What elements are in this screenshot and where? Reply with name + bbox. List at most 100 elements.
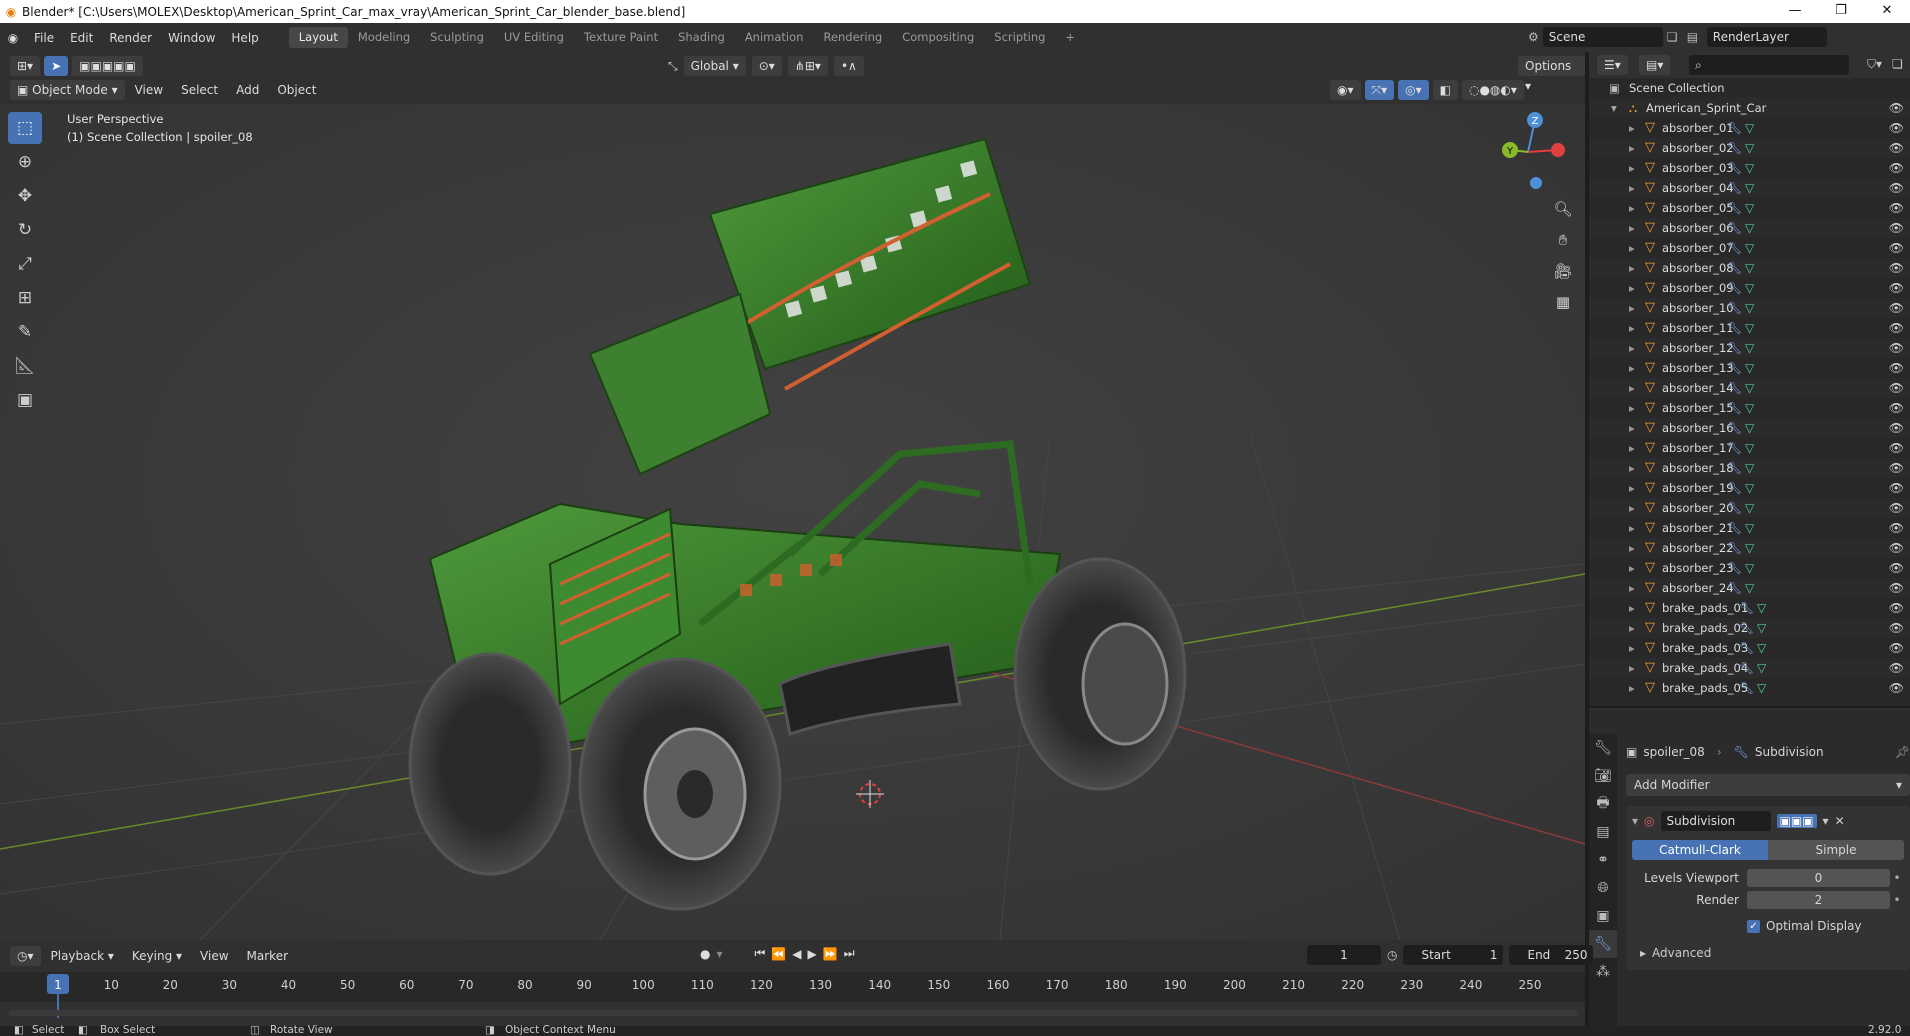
eye-icon[interactable]: 👁︎ (1889, 478, 1904, 498)
options-dropdown[interactable]: Options ▾ (1518, 56, 1585, 93)
expand-arrow-icon[interactable]: ▸ (1629, 218, 1635, 238)
outliner-item[interactable]: ▸ ▽ brake_pads_04 🔧︎ ▽ 👁︎ (1589, 658, 1910, 678)
mesh-data-icon[interactable]: ▽ (1745, 578, 1754, 598)
navigation-gizmo[interactable]: Z Y (1488, 108, 1568, 198)
mode-dropdown[interactable]: ▣ Object Mode ▾ (10, 80, 125, 100)
expand-arrow-icon[interactable]: ▸ (1629, 478, 1635, 498)
annotate-tool-icon[interactable]: ✎ (8, 316, 42, 348)
shading-modes-icon[interactable]: ◌●◍◐▾ (1461, 80, 1524, 100)
play-reverse-icon[interactable]: ◀ (792, 947, 801, 961)
modifier-icon[interactable]: 🔧︎ (1727, 378, 1742, 398)
outliner-item[interactable]: ▸ ▽ absorber_03 🔧︎ ▽ 👁︎ (1589, 158, 1910, 178)
expand-arrow-icon[interactable]: ▸ (1629, 538, 1635, 558)
mesh-data-icon[interactable]: ▽ (1745, 518, 1754, 538)
tab-scripting[interactable]: Scripting (984, 27, 1055, 48)
advanced-section[interactable]: Advanced (1652, 946, 1711, 960)
tab-rendering[interactable]: Rendering (813, 27, 892, 48)
collapse-chevron-icon[interactable]: ▾ (1632, 814, 1638, 828)
selection-mode-icons[interactable]: ▣▣▣▣▣ (72, 56, 143, 76)
outliner-item[interactable]: ▸ ▽ absorber_13 🔧︎ ▽ 👁︎ (1589, 358, 1910, 378)
expand-arrow-icon[interactable]: ▸ (1629, 138, 1635, 158)
editor-type-icon[interactable]: ⊞▾ (10, 56, 41, 76)
mesh-data-icon[interactable]: ▽ (1745, 418, 1754, 438)
expand-arrow-icon[interactable]: ▸ (1629, 438, 1635, 458)
mesh-data-icon[interactable]: ▽ (1745, 558, 1754, 578)
current-frame-field[interactable]: 1 (1307, 945, 1381, 965)
modifier-icon[interactable]: 🔧︎ (1727, 478, 1742, 498)
eye-icon[interactable]: 👁︎ (1889, 418, 1904, 438)
eye-icon[interactable]: 👁︎ (1889, 498, 1904, 518)
close-button[interactable]: ✕ (1864, 0, 1910, 23)
expand-arrow-icon[interactable]: ▸ (1629, 678, 1635, 698)
outliner-item[interactable]: ▸ ▽ absorber_14 🔧︎ ▽ 👁︎ (1589, 378, 1910, 398)
expand-arrow-icon[interactable]: ▸ (1629, 598, 1635, 618)
mesh-data-icon[interactable]: ▽ (1757, 618, 1766, 638)
eye-icon[interactable]: 👁︎ (1889, 658, 1904, 678)
prev-keyframe-icon[interactable]: ⏪ (771, 947, 786, 961)
next-keyframe-icon[interactable]: ⏩ (823, 947, 838, 961)
viewport-menu-select[interactable]: Select (173, 83, 226, 97)
eye-icon[interactable]: 👁︎ (1889, 238, 1904, 258)
mesh-data-icon[interactable]: ▽ (1757, 678, 1766, 698)
mesh-data-icon[interactable]: ▽ (1745, 378, 1754, 398)
expand-arrow-icon[interactable]: ▸ (1629, 238, 1635, 258)
rotate-tool-icon[interactable]: ↻ (8, 214, 42, 246)
mesh-data-icon[interactable]: ▽ (1745, 118, 1754, 138)
eye-icon[interactable]: 👁︎ (1889, 178, 1904, 198)
modifier-menu-icon[interactable]: ▾ (1823, 814, 1829, 828)
expand-arrow-icon[interactable]: ▸ (1629, 618, 1635, 638)
visibility-icon[interactable]: ◉▾ (1330, 80, 1361, 100)
simple-button[interactable]: Simple (1768, 840, 1904, 860)
viewport-menu-view[interactable]: View (127, 83, 171, 97)
modifier-icon[interactable]: 🔧︎ (1727, 538, 1742, 558)
menu-render[interactable]: Render (101, 31, 160, 45)
modifier-icon[interactable]: 🔧︎ (1727, 298, 1742, 318)
outliner-collection-row[interactable]: ▾ ⛬ American_Sprint_Car 👁︎ (1589, 98, 1910, 118)
pan-hand-icon[interactable]: ✋︎ (1549, 226, 1577, 254)
mesh-data-icon[interactable]: ▽ (1745, 218, 1754, 238)
mesh-data-icon[interactable]: ▽ (1745, 498, 1754, 518)
expand-arrow-icon[interactable]: ▸ (1629, 198, 1635, 218)
modifier-icon[interactable]: 🔧︎ (1739, 598, 1754, 618)
pin-icon[interactable]: 📌︎ (1895, 745, 1910, 759)
expand-chevron-icon[interactable]: ▸ (1640, 946, 1646, 960)
expand-arrow-icon[interactable]: ▸ (1629, 558, 1635, 578)
outliner-item[interactable]: ▸ ▽ absorber_18 🔧︎ ▽ 👁︎ (1589, 458, 1910, 478)
add-modifier-dropdown[interactable]: Add Modifier ▾ (1626, 774, 1910, 796)
expand-arrow-icon[interactable]: ▸ (1629, 338, 1635, 358)
expand-arrow-icon[interactable]: ▸ (1629, 318, 1635, 338)
add-cube-tool-icon[interactable]: ▣ (8, 384, 42, 416)
expand-arrow-icon[interactable]: ▸ (1629, 178, 1635, 198)
optimal-display-checkbox[interactable]: ✓ (1747, 919, 1760, 933)
eye-icon[interactable]: 👁︎ (1889, 458, 1904, 478)
outliner-item[interactable]: ▸ ▽ absorber_24 🔧︎ ▽ 👁︎ (1589, 578, 1910, 598)
modifier-icon[interactable]: 🔧︎ (1727, 278, 1742, 298)
modifier-icon[interactable]: 🔧︎ (1727, 438, 1742, 458)
modifier-icon[interactable]: 🔧︎ (1727, 338, 1742, 358)
expand-arrow-icon[interactable]: ▸ (1629, 418, 1635, 438)
expand-arrow-icon[interactable]: ▸ (1629, 518, 1635, 538)
eye-icon[interactable]: 👁︎ (1889, 358, 1904, 378)
minimize-button[interactable]: — (1772, 0, 1818, 23)
mesh-data-icon[interactable]: ▽ (1757, 658, 1766, 678)
eye-icon[interactable]: 👁︎ (1889, 638, 1904, 658)
mesh-data-icon[interactable]: ▽ (1745, 358, 1754, 378)
filter-icon[interactable]: ⛉▾ (1867, 57, 1882, 72)
mesh-data-icon[interactable]: ▽ (1757, 598, 1766, 618)
outliner-item[interactable]: ▸ ▽ absorber_07 🔧︎ ▽ 👁︎ (1589, 238, 1910, 258)
scene-selector[interactable]: Scene (1542, 27, 1663, 47)
keyframe-dot-icon[interactable]: • (1890, 893, 1904, 907)
edit-mode-toggle-icon[interactable]: ▣▣▣ (1776, 814, 1817, 828)
expand-arrow-icon[interactable]: ▸ (1629, 398, 1635, 418)
timeline-menu-view[interactable]: View (192, 949, 236, 963)
x-axis-icon[interactable] (1551, 143, 1565, 157)
expand-arrow-icon[interactable]: ▸ (1629, 278, 1635, 298)
pivot-point-icon[interactable]: ⊙▾ (751, 56, 782, 76)
eye-icon[interactable]: 👁︎ (1889, 578, 1904, 598)
tool-tab-icon[interactable]: 🔧︎ (1589, 734, 1617, 762)
eye-icon[interactable]: 👁︎ (1889, 98, 1904, 118)
overlays-icon[interactable]: ◎▾ (1398, 80, 1429, 100)
outliner-item[interactable]: ▸ ▽ absorber_15 🔧︎ ▽ 👁︎ (1589, 398, 1910, 418)
outliner-item[interactable]: ▸ ▽ absorber_09 🔧︎ ▽ 👁︎ (1589, 278, 1910, 298)
modifier-icon[interactable]: 🔧︎ (1727, 498, 1742, 518)
